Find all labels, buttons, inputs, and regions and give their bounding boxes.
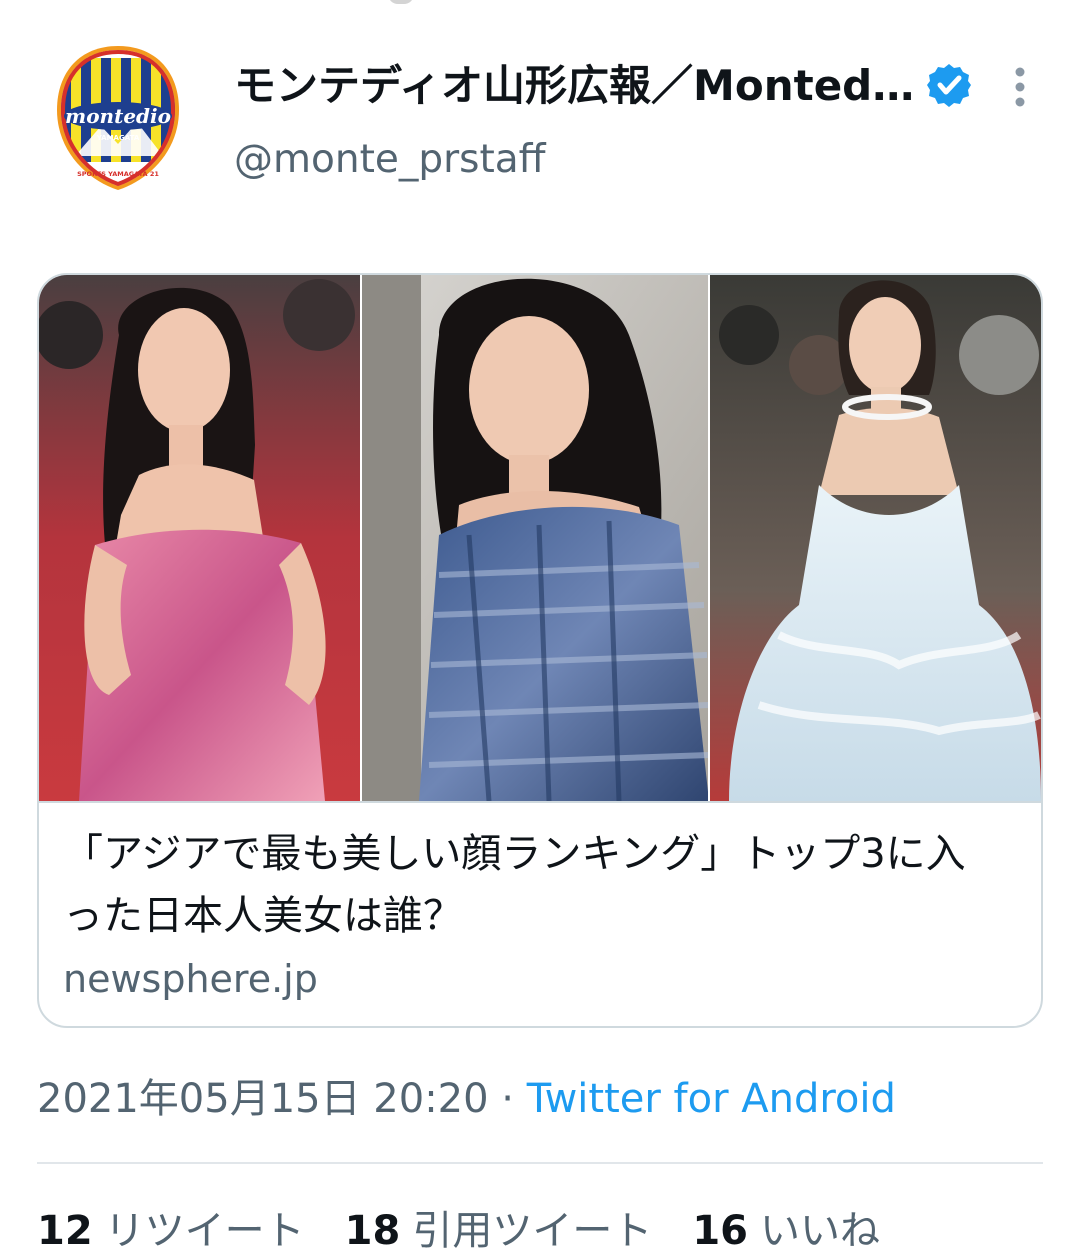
timestamp[interactable]: 2021年05月15日 20:20 xyxy=(37,1076,489,1122)
source-link[interactable]: Twitter for Android xyxy=(527,1076,896,1122)
retweets-label: リツイート xyxy=(104,1208,305,1254)
svg-text:YAMAGATA: YAMAGATA xyxy=(96,134,140,142)
likes-label: いいね xyxy=(760,1208,881,1254)
photo-panel-2 xyxy=(361,275,710,802)
more-vertical-icon[interactable] xyxy=(1000,64,1040,110)
engagement-stats: 12 リツイート 18 引用ツイート 16 いいね xyxy=(37,1200,920,1258)
montedio-crest-logo: montedio YAMAGATA SPORTS YAMAGATA 21 xyxy=(57,46,179,190)
clipped-glyph xyxy=(388,0,414,4)
quotes-label: 引用ツイート xyxy=(412,1208,653,1254)
likes-stat[interactable]: 16 いいね xyxy=(692,1200,880,1258)
card-title: 「アジアで最も美しい顔ランキング」トップ3に入った日本人美女は誰？ xyxy=(63,831,966,939)
quotes-stat[interactable]: 18 引用ツイート xyxy=(345,1200,653,1258)
verified-badge-icon xyxy=(926,62,972,108)
user-handle[interactable]: @monte_prstaff xyxy=(234,132,546,188)
retweets-count: 12 xyxy=(37,1208,93,1254)
avatar[interactable]: montedio YAMAGATA SPORTS YAMAGATA 21 xyxy=(55,44,181,192)
quotes-count: 18 xyxy=(344,1208,401,1254)
card-domain: newsphere.jp xyxy=(63,957,318,1001)
svg-text:montedio: montedio xyxy=(65,104,171,128)
divider xyxy=(37,1162,1043,1164)
card-image xyxy=(39,275,1041,803)
tweet-meta: 2021年05月15日 20:20 · Twitter for Android xyxy=(37,1068,896,1130)
card-photo-collage xyxy=(39,275,1041,802)
link-preview-card[interactable]: 「アジアで最も美しい顔ランキング」トップ3に入った日本人美女は誰？ newsph… xyxy=(37,273,1043,1028)
photo-panel-3 xyxy=(709,275,1041,801)
photo-panel-1 xyxy=(39,275,361,801)
meta-separator: · xyxy=(488,1076,527,1122)
top-clipped-content xyxy=(0,0,1080,8)
likes-count: 16 xyxy=(692,1208,749,1254)
display-name[interactable]: モンテディオ山形広報／Monted… xyxy=(234,56,924,116)
tweet-detail: montedio YAMAGATA SPORTS YAMAGATA 21 モンテ… xyxy=(0,0,1080,1258)
svg-text:SPORTS YAMAGATA 21: SPORTS YAMAGATA 21 xyxy=(77,170,159,178)
retweets-stat[interactable]: 12 リツイート xyxy=(37,1200,305,1258)
